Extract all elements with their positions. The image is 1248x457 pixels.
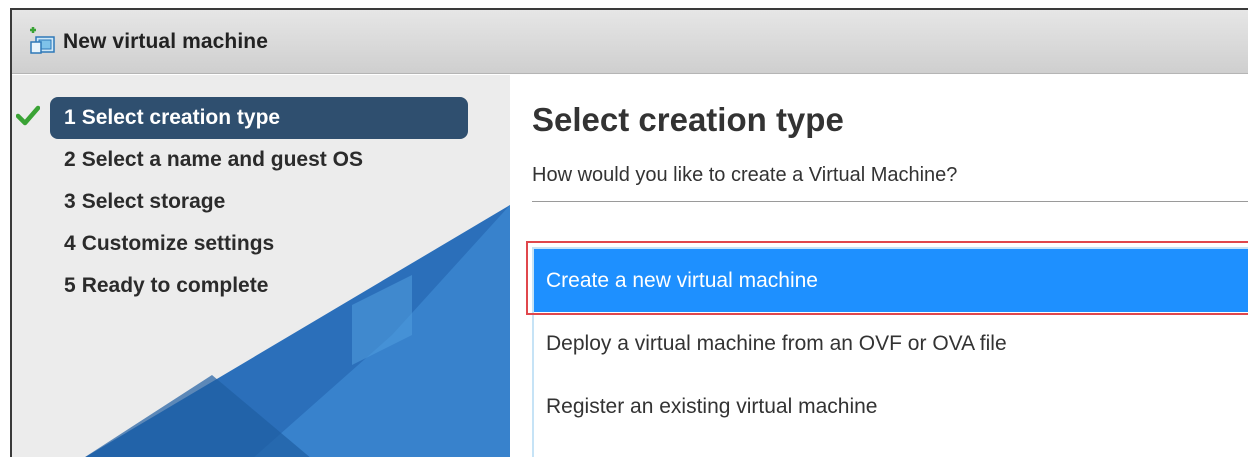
option-label: Create a new virtual machine bbox=[546, 268, 818, 292]
step-number: 2 bbox=[64, 148, 76, 171]
check-icon bbox=[16, 105, 40, 126]
page-subtitle: How would you like to create a Virtual M… bbox=[532, 164, 958, 186]
option-deploy-ovf-ova[interactable]: Deploy a virtual machine from an OVF or … bbox=[534, 312, 1248, 375]
creation-type-list: Create a new virtual machine Deploy a vi… bbox=[532, 247, 1248, 457]
option-register-existing-vm[interactable]: Register an existing virtual machine bbox=[534, 375, 1248, 438]
step-label: Select a name and guest OS bbox=[81, 148, 363, 171]
option-label: Deploy a virtual machine from an OVF or … bbox=[546, 331, 1007, 355]
step-label: Select storage bbox=[81, 190, 226, 213]
step-number: 5 bbox=[64, 274, 76, 297]
wizard-content: Select creation type How would you like … bbox=[510, 75, 1248, 457]
page-title: Select creation type bbox=[532, 101, 844, 138]
step-label: Select creation type bbox=[81, 106, 281, 129]
step-label: Customize settings bbox=[81, 232, 275, 255]
option-create-new-vm[interactable]: Create a new virtual machine bbox=[534, 249, 1248, 312]
wizard-step-4[interactable]: 4 Customize settings bbox=[12, 223, 510, 265]
wizard-sidebar: 1 Select creation type 2 Select a name a… bbox=[12, 75, 510, 457]
wizard-step-1[interactable]: 1 Select creation type bbox=[12, 97, 510, 139]
step-label: Ready to complete bbox=[81, 274, 269, 297]
step-number: 4 bbox=[64, 232, 76, 255]
wizard-step-5[interactable]: 5 Ready to complete bbox=[12, 265, 510, 307]
wizard-step-3[interactable]: 3 Select storage bbox=[12, 181, 510, 223]
option-label: Register an existing virtual machine bbox=[546, 394, 878, 418]
wizard-step-2[interactable]: 2 Select a name and guest OS bbox=[12, 139, 510, 181]
divider bbox=[532, 201, 1248, 202]
dialog-titlebar: New virtual machine bbox=[12, 10, 1248, 74]
wizard-steps: 1 Select creation type 2 Select a name a… bbox=[12, 97, 510, 307]
dialog-title: New virtual machine bbox=[63, 29, 268, 53]
step-number: 1 bbox=[64, 106, 76, 129]
new-vm-dialog: New virtual machine 1 Select creation ty… bbox=[10, 8, 1248, 457]
new-vm-icon bbox=[30, 26, 55, 54]
step-number: 3 bbox=[64, 190, 76, 213]
